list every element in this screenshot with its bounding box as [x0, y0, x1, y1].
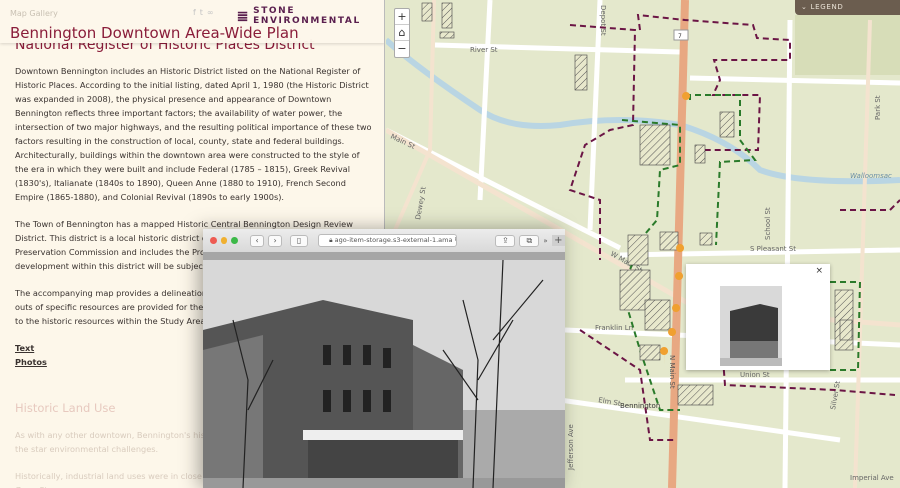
street-label: Imperial Ave — [850, 474, 894, 482]
river-label: Walloomsac — [850, 172, 892, 180]
facebook-icon[interactable]: f — [193, 8, 200, 17]
street-label: Union St — [740, 371, 770, 379]
street-label: Jefferson Ave — [567, 424, 575, 471]
street-label: School St — [764, 207, 772, 240]
address-bar[interactable]: 🔒︎ ago-item-storage.s3-external-1.ama ↻ — [318, 234, 458, 247]
zoom-in-button[interactable]: + — [395, 9, 409, 25]
home-icon[interactable]: ⌂ — [395, 25, 409, 41]
close-icon[interactable]: × — [815, 266, 823, 276]
maximize-window-button[interactable] — [231, 237, 239, 244]
historic-photo — [203, 260, 565, 488]
page-title: Bennington Downtown Area-Wide Plan — [10, 24, 299, 42]
popup-photo[interactable] — [720, 286, 782, 366]
street-label: N Main St — [668, 355, 676, 389]
close-window-button[interactable] — [210, 237, 217, 244]
share-icon[interactable]: ⇪ — [495, 234, 516, 247]
map-gallery-link[interactable]: Map Gallery — [10, 9, 58, 18]
paragraph-text: to the historic resources within the Stu… — [15, 316, 208, 326]
brand-logo: Stone Environmental — [237, 6, 384, 26]
header: Map Gallery ft∞ Stone Environmental Benn… — [0, 0, 384, 43]
tab-strip — [203, 252, 565, 260]
reload-icon[interactable]: ↻ — [455, 236, 457, 244]
route-shield: 7 — [678, 33, 682, 40]
social-icons: ft∞ — [193, 8, 218, 17]
legend-toggle[interactable]: ⌄ LEGEND — [795, 0, 900, 15]
street-label: S Pleasant St — [750, 245, 796, 253]
zoom-controls: + ⌂ − — [394, 8, 410, 58]
place-label: Bennington — [620, 402, 660, 410]
chevron-down-icon: ⌄ — [801, 3, 811, 11]
legend-label: LEGEND — [810, 3, 844, 11]
browser-toolbar: ‹ › ▯ 🔒︎ ago-item-storage.s3-external-1.… — [203, 229, 566, 252]
tabs-icon[interactable]: ⧉ — [519, 234, 540, 247]
back-button[interactable]: ‹ — [250, 234, 265, 247]
forward-button[interactable]: › — [268, 234, 283, 247]
brand-name: Stone Environmental — [253, 6, 361, 26]
minimize-window-button[interactable] — [220, 237, 228, 244]
street-label: Depot St — [599, 5, 607, 36]
paragraph: Downtown Bennington includes an Historic… — [15, 66, 372, 202]
link-icon[interactable]: ∞ — [207, 8, 218, 17]
sidebar-icon[interactable]: ▯ — [290, 234, 309, 247]
street-label: River St — [470, 46, 498, 54]
twitter-icon[interactable]: t — [200, 8, 207, 17]
zoom-out-button[interactable]: − — [395, 41, 409, 57]
map-popup: × — [686, 264, 830, 370]
more-button[interactable]: » — [543, 237, 547, 245]
street-label: Park St — [874, 95, 882, 120]
url-text: ago-item-storage.s3-external-1.ama — [334, 236, 453, 244]
new-tab-button[interactable]: + — [551, 235, 566, 246]
street-label: Franklin Ln — [595, 324, 633, 332]
browser-window: ‹ › ▯ 🔒︎ ago-item-storage.s3-external-1.… — [203, 229, 566, 488]
